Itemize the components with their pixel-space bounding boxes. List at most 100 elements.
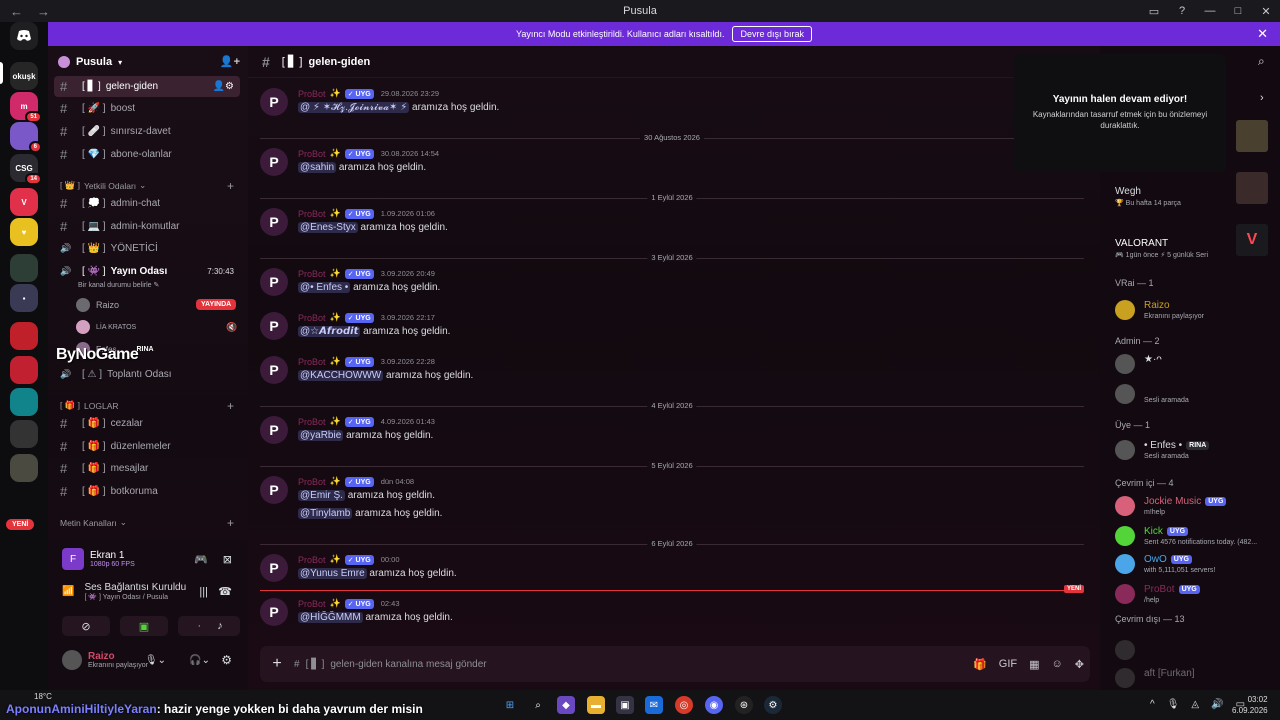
- member-item[interactable]: Sesli aramada: [1115, 382, 1275, 410]
- user-mention[interactable]: @KACCHOWWW: [298, 370, 384, 381]
- member-item[interactable]: • Enfes • RINA Sesli aramada: [1115, 438, 1275, 466]
- screen-share-button[interactable]: ▣: [120, 616, 168, 636]
- category-loglar[interactable]: [ 🎁 ] LOGLAR +: [60, 399, 240, 413]
- headphones-icon[interactable]: 🎧⌄: [189, 655, 210, 666]
- help-icon[interactable]: ?: [1168, 0, 1196, 22]
- add-channel-icon[interactable]: +: [227, 399, 234, 413]
- user-mention[interactable]: @Yunus Emre: [298, 568, 367, 579]
- user-mention[interactable]: @HİĞĞMMM: [298, 612, 363, 623]
- server-icon[interactable]: okuşk: [10, 62, 38, 90]
- back-arrow-icon[interactable]: ←: [10, 4, 23, 19]
- mail-icon[interactable]: ✉: [645, 696, 663, 714]
- server-icon[interactable]: [10, 356, 38, 384]
- voice-channel-toplanti[interactable]: 🔊 [ ⚠ ] Toplantı Odası: [54, 364, 240, 385]
- author-name[interactable]: ProBot: [298, 89, 326, 99]
- probot-avatar[interactable]: P: [260, 356, 288, 384]
- message-input[interactable]: gelen-giden kanalına mesaj gönder: [330, 659, 486, 670]
- member-item[interactable]: Raizo Ekranını paylaşıyor: [1115, 298, 1275, 326]
- disconnect-icon[interactable]: ☎: [218, 585, 232, 598]
- chrome-icon[interactable]: ◎: [675, 696, 693, 714]
- activity-valorant[interactable]: VALORANT 🎮 1gün önce ⚡ 5 günlük Seri: [1115, 236, 1275, 264]
- stop-share-icon[interactable]: ⊠: [223, 553, 232, 566]
- server-icon[interactable]: 6: [10, 122, 42, 153]
- voice-channel-yonetici[interactable]: 🔊 [ 👑 ] YÖNETİCİ: [54, 238, 240, 259]
- weather-widget[interactable]: 18°C: [34, 692, 52, 701]
- disable-streamer-mode-button[interactable]: Devre dışı bırak: [732, 26, 812, 42]
- server-icon[interactable]: V: [10, 188, 38, 216]
- author-name[interactable]: ProBot: [298, 599, 326, 609]
- channel-settings-icon[interactable]: 👤⚙: [213, 81, 234, 92]
- channel-cezalar[interactable]: # [ 🎁 ] cezalar: [54, 413, 240, 434]
- store-icon[interactable]: ▣: [616, 696, 634, 714]
- search-icon[interactable]: ⌕: [529, 696, 547, 714]
- user-mention[interactable]: @sahin: [298, 162, 337, 173]
- voice-channel-path[interactable]: [ 👾 ] Yayın Odası / Pusula: [84, 593, 186, 601]
- user-mention[interactable]: @• Enfes •: [298, 282, 351, 293]
- server-icon[interactable]: CSG 14: [10, 154, 42, 185]
- probot-avatar[interactable]: P: [260, 312, 288, 340]
- member-item[interactable]: Kick UYG Sent 4576 notifications today. (4…: [1115, 524, 1275, 552]
- member-item[interactable]: ProBot UYG/help: [1115, 582, 1275, 610]
- chevron-up-icon[interactable]: ^: [1150, 699, 1155, 710]
- close-banner-icon[interactable]: ✕: [1257, 26, 1268, 42]
- server-icon[interactable]: [10, 454, 38, 482]
- category-yetkili[interactable]: [ 👑 ] Yetkili Odaları ⌄ +: [60, 179, 240, 193]
- maximize-icon[interactable]: □: [1224, 0, 1252, 22]
- account-row[interactable]: Raizo Ekranını paylaşıyor 🎙⌄ 🎧⌄ ⚙: [48, 650, 248, 670]
- channel-mesajlar[interactable]: # [ 🎁 ] mesajlar: [54, 458, 240, 479]
- apps-icon[interactable]: ✥: [1075, 658, 1084, 671]
- windows-start-icon[interactable]: ⊞: [501, 696, 519, 714]
- user-mention[interactable]: @Tinylamb: [298, 508, 353, 519]
- emoji-icon[interactable]: ☺: [1052, 658, 1063, 671]
- gamepad-icon[interactable]: 🎮: [194, 553, 208, 566]
- server-icon[interactable]: [10, 322, 38, 350]
- channel-sinirsiz-davet[interactable]: # [ 🩹 ] sınırsız-davet: [54, 121, 240, 142]
- server-icon[interactable]: [10, 254, 38, 282]
- member-item[interactable]: OwO UYG with 5,111,051 servers!: [1115, 552, 1275, 580]
- category-metin[interactable]: Metin Kanalları ⌄ +: [60, 516, 240, 530]
- guild-header[interactable]: Pusula ▾ 👤+: [48, 46, 248, 78]
- probot-avatar[interactable]: P: [260, 208, 288, 236]
- author-name[interactable]: ProBot: [298, 269, 326, 279]
- author-name[interactable]: ProBot: [298, 555, 326, 565]
- voice-user-raizo[interactable]: Raizo: [76, 298, 119, 312]
- file-explorer-icon[interactable]: ▬: [587, 696, 605, 714]
- server-icon[interactable]: m 51: [10, 92, 42, 123]
- voice-status-setter[interactable]: Bir kanal durumu belirle ✎: [78, 281, 159, 289]
- user-mention[interactable]: @Enes-Styx: [298, 222, 358, 233]
- sticker-icon[interactable]: ▦: [1029, 658, 1039, 671]
- activity-wegh[interactable]: Wegh 🏆 Bu hafta 14 parça: [1115, 184, 1275, 212]
- discord-home-icon[interactable]: [10, 22, 38, 50]
- gif-icon[interactable]: GIF: [999, 658, 1017, 671]
- add-channel-icon[interactable]: +: [227, 179, 234, 193]
- microphone-icon[interactable]: 🎙: [1167, 699, 1180, 710]
- gift-icon[interactable]: 🎁: [973, 658, 987, 671]
- probot-avatar[interactable]: P: [260, 88, 288, 116]
- user-mention[interactable]: @yaRbie: [298, 430, 344, 441]
- probot-avatar[interactable]: P: [260, 476, 288, 504]
- author-name[interactable]: ProBot: [298, 313, 326, 323]
- server-icon[interactable]: [10, 420, 38, 448]
- attach-plus-icon[interactable]: +: [260, 655, 294, 673]
- camera-off-button[interactable]: ⊘: [62, 616, 110, 636]
- user-mention[interactable]: @ ⚡ ✶𝓗𝔃.𝓙𝓸𝓲𝓷𝓻𝓲𝓿𝓪✶ ⚡: [298, 102, 410, 113]
- author-name[interactable]: ProBot: [298, 477, 326, 487]
- server-icon[interactable]: ♥: [10, 218, 38, 246]
- add-member-icon[interactable]: 👤+: [220, 55, 240, 68]
- search-icon[interactable]: ⌕: [1258, 54, 1265, 69]
- volume-icon[interactable]: 🔊: [1211, 699, 1223, 710]
- network-icon[interactable]: ◬: [1191, 699, 1199, 710]
- user-mention[interactable]: @☆𝘼𝙛𝙧𝙤𝙙𝙞𝙩: [298, 326, 361, 337]
- inbox-icon[interactable]: ▭: [1140, 0, 1168, 22]
- author-name[interactable]: ProBot: [298, 417, 326, 427]
- clock[interactable]: 03:02 6.09.2026: [1232, 694, 1268, 716]
- author-name[interactable]: ProBot: [298, 357, 326, 367]
- server-icon[interactable]: ▪: [10, 284, 38, 312]
- probot-avatar[interactable]: P: [260, 148, 288, 176]
- channel-botkoruma[interactable]: # [ 🎁 ] botkoruma: [54, 481, 240, 502]
- chevron-right-icon[interactable]: ›: [1260, 92, 1264, 104]
- channel-abone-olanlar[interactable]: # [ 💎 ] abone-olanlar: [54, 144, 240, 165]
- probot-avatar[interactable]: P: [260, 554, 288, 582]
- member-item[interactable]: [1115, 638, 1275, 666]
- add-channel-icon[interactable]: +: [227, 516, 234, 530]
